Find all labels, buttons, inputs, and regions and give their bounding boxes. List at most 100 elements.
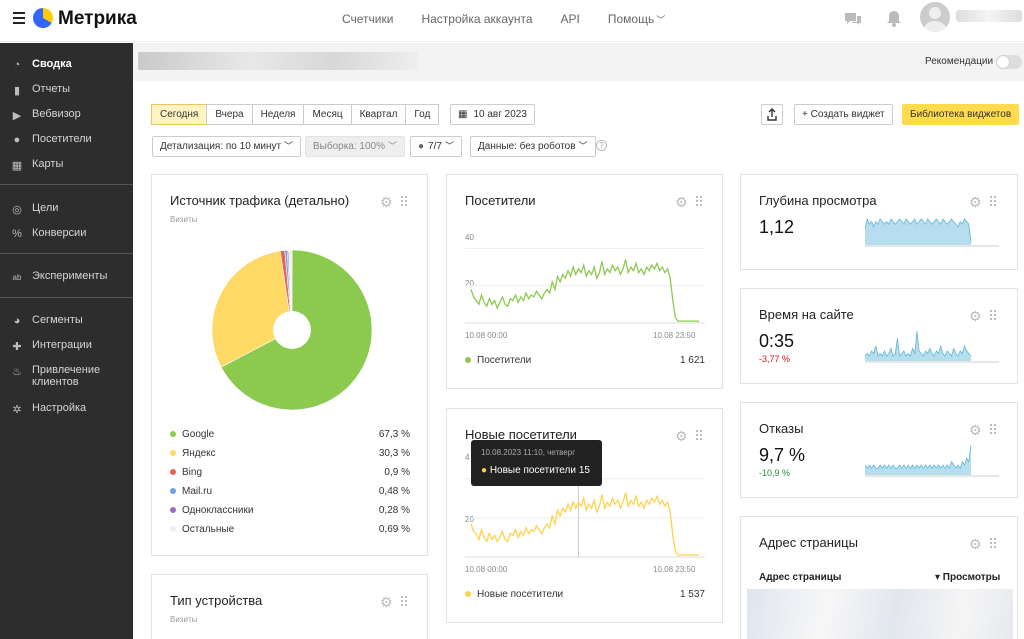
sidebar-item-segments[interactable]: ◕ Сегменты — [10, 314, 128, 328]
sidebar-item-label: Сегменты — [32, 314, 83, 326]
sidebar-item-integrations[interactable]: ✚ Интеграции — [10, 339, 128, 353]
detail-select[interactable]: Детализация: по 10 минут ﹀ — [152, 136, 302, 157]
recommendations-toggle[interactable] — [996, 55, 1022, 69]
app-title[interactable]: Метрика — [58, 8, 137, 30]
gear-icon[interactable]: ⚙ — [675, 429, 689, 443]
gear-icon[interactable]: ⚙ — [969, 309, 983, 323]
sidebar-item-acquisition[interactable]: ♨ Привлечение клиентов — [10, 364, 128, 388]
metrika-logo-icon[interactable] — [33, 8, 53, 28]
flame-icon: ♨ — [12, 365, 22, 378]
metric-delta: -10,9 % — [759, 468, 791, 478]
drag-handle-icon[interactable] — [401, 196, 409, 208]
data-filter-select[interactable]: Данные: без роботов ﹀ — [470, 136, 596, 157]
legend-item[interactable]: Mail.ru 0,48 % — [170, 486, 410, 497]
drag-handle-icon[interactable] — [990, 424, 998, 436]
nav-api[interactable]: API — [561, 12, 580, 26]
sidebar-item-visitors[interactable]: ● Посетители — [10, 133, 128, 147]
nav-account-settings[interactable]: Настройка аккаунта — [421, 12, 532, 26]
period-week[interactable]: Неделя — [251, 104, 305, 125]
help-icon[interactable]: ? — [596, 140, 607, 151]
blurred-table-rows — [747, 589, 1013, 639]
sidebar-item-label: Посетители — [32, 133, 92, 145]
date-picker-button[interactable]: ▦ 10 авг 2023 — [450, 104, 535, 125]
gear-icon[interactable]: ⚙ — [675, 195, 689, 209]
widget-title: Посетители — [465, 193, 536, 208]
sidebar-item-settings[interactable]: ✲ Настройка — [10, 402, 128, 416]
tooltip-series: Новые посетители — [489, 465, 576, 476]
drag-handle-icon[interactable] — [696, 430, 704, 442]
widget-page-depth: Глубина просмотра ⚙ 1,12 — [740, 174, 1018, 270]
gear-icon[interactable]: ⚙ — [969, 423, 983, 437]
legend-value: 0,69 % — [378, 524, 410, 535]
sidebar-item-summary[interactable]: ◔ Сводка — [10, 58, 128, 72]
drag-handle-icon[interactable] — [696, 196, 704, 208]
widget-title: Глубина просмотра — [759, 193, 877, 208]
chevron-down-icon: ﹀ — [578, 141, 588, 151]
nav-help[interactable]: Помощь ﹀ — [608, 12, 665, 26]
blurred-counter-name — [138, 52, 418, 70]
create-widget-button[interactable]: + Создать виджет — [794, 104, 893, 125]
sidebar-divider — [0, 184, 133, 185]
column-header-address[interactable]: Адрес страницы — [759, 572, 841, 583]
legend-dot — [170, 488, 176, 495]
period-today[interactable]: Сегодня — [151, 104, 208, 125]
drag-handle-icon[interactable] — [990, 538, 998, 550]
pie-hole — [273, 311, 311, 349]
drag-handle-icon[interactable] — [401, 596, 409, 608]
person-icon: ● — [13, 134, 21, 146]
chevron-down-icon: ﹀ — [284, 141, 294, 151]
puzzle-icon: ✚ — [12, 340, 22, 353]
legend-item[interactable]: Google 67,3 % — [170, 429, 410, 440]
series-line[interactable] — [470, 259, 699, 322]
sample-select[interactable]: Выборка: 100% ﹀ — [305, 136, 406, 157]
gear-icon[interactable]: ⚙ — [969, 195, 983, 209]
legend-item[interactable]: Bing 0,9 % — [170, 467, 410, 478]
recommendations-label: Рекомендации — [925, 56, 994, 67]
detail-label: Детализация: по 10 минут — [160, 141, 282, 152]
comments-select[interactable]: ● 7/7 ﹀ — [410, 136, 462, 157]
sidebar-item-label: Карты — [32, 158, 64, 170]
tooltip-dot: ● — [481, 465, 488, 476]
chat-icon[interactable] — [843, 9, 863, 29]
legend-item[interactable]: Одноклассники 0,28 % — [170, 505, 410, 516]
period-month[interactable]: Месяц — [303, 104, 352, 125]
menu-icon[interactable] — [13, 12, 25, 24]
avatar[interactable] — [920, 2, 950, 32]
period-year[interactable]: Год — [405, 104, 440, 125]
series-line[interactable] — [470, 492, 699, 556]
ab-icon: ab — [12, 272, 22, 282]
tooltip-value: 15 — [578, 465, 590, 476]
legend-value: 0,48 % — [378, 486, 410, 497]
legend-label: Bing — [182, 467, 203, 478]
sidebar-item-reports[interactable]: ▮ Отчеты — [10, 83, 128, 97]
sidebar-item-experiments[interactable]: ab Эксперименты — [10, 270, 128, 284]
widget-device-type: Тип устройства Визиты ⚙ — [151, 574, 428, 639]
period-yesterday[interactable]: Вчера — [206, 104, 253, 125]
period-selector: Сегодня Вчера Неделя Месяц Квартал Год — [151, 104, 440, 125]
bell-icon[interactable] — [884, 9, 904, 29]
bounce-rate-sparkline — [865, 444, 999, 477]
drag-handle-icon[interactable] — [990, 310, 998, 322]
sidebar-item-conversions[interactable]: % Конверсии — [10, 227, 128, 241]
gear-icon[interactable]: ⚙ — [380, 595, 394, 609]
legend-item[interactable]: Остальные 0,69 % — [170, 524, 410, 535]
widget-library-button[interactable]: Библиотека виджетов — [902, 104, 1020, 125]
column-header-views[interactable]: ▾ Просмотры — [935, 572, 1000, 583]
nav-counters[interactable]: Счетчики — [342, 12, 393, 26]
widget-visitors: Посетители ⚙ 40 20 10.08 00:00 10.08 23:… — [446, 174, 723, 389]
gear-icon[interactable]: ⚙ — [380, 195, 394, 209]
sidebar-item-goals[interactable]: ◎ Цели — [10, 202, 128, 216]
widget-traffic-source: Источник трафика (детально) Визиты ⚙ Goo… — [151, 174, 428, 556]
legend-item: Посетители 1 621 — [465, 355, 705, 366]
legend-item[interactable]: Яндекс 30,3 % — [170, 448, 410, 459]
sidebar-item-maps[interactable]: ▦ Карты — [10, 158, 128, 172]
export-button[interactable] — [761, 104, 783, 125]
widget-title: Время на сайте — [759, 307, 854, 322]
widget-title: Отказы — [759, 421, 804, 436]
comment-icon: ● — [418, 141, 425, 152]
period-quarter[interactable]: Квартал — [350, 104, 407, 125]
gear-icon[interactable]: ⚙ — [969, 537, 983, 551]
drag-handle-icon[interactable] — [990, 196, 998, 208]
sidebar-item-webvisor[interactable]: ▶ Вебвизор — [10, 108, 128, 122]
export-icon — [767, 108, 777, 121]
